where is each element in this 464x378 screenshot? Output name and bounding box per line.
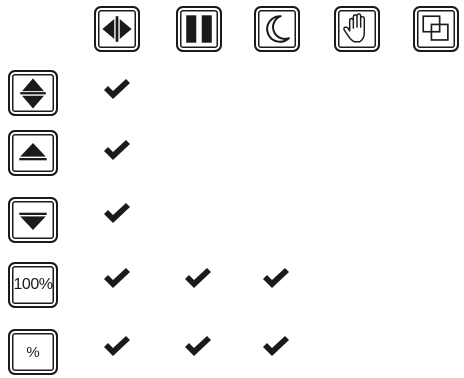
hand-button[interactable] bbox=[334, 6, 380, 52]
scroll-up-down-icon bbox=[20, 78, 46, 109]
arrow-up-icon bbox=[19, 142, 47, 161]
check-mark-icon bbox=[104, 140, 130, 160]
overlap-squares-icon bbox=[422, 15, 449, 41]
hand-icon bbox=[343, 13, 366, 43]
pause-icon bbox=[186, 15, 212, 43]
check-mark-icon bbox=[185, 268, 211, 288]
check-mark-icon bbox=[104, 203, 130, 223]
arrow-down-icon bbox=[19, 212, 47, 231]
check-mark-icon bbox=[104, 79, 130, 99]
moon-icon bbox=[266, 15, 290, 43]
check-mark-icon bbox=[263, 336, 289, 356]
resize-horizontal-button[interactable] bbox=[94, 6, 140, 52]
check-mark-icon bbox=[104, 268, 130, 288]
zoom-100-label: 100% bbox=[13, 276, 53, 293]
check-mark-icon bbox=[185, 336, 211, 356]
zoom-100-button[interactable]: 100% bbox=[8, 262, 58, 308]
night-mode-button[interactable] bbox=[254, 6, 300, 52]
resize-horizontal-icon bbox=[102, 16, 132, 42]
pause-button[interactable] bbox=[176, 6, 222, 52]
check-mark-icon bbox=[263, 268, 289, 288]
scroll-up-down-button[interactable] bbox=[8, 70, 58, 116]
check-mark-icon bbox=[104, 336, 130, 356]
scroll-up-button[interactable] bbox=[8, 130, 58, 176]
overlap-squares-button[interactable] bbox=[413, 6, 459, 52]
zoom-percent-label: % bbox=[26, 343, 40, 361]
zoom-percent-button[interactable]: % bbox=[8, 329, 58, 375]
scroll-down-button[interactable] bbox=[8, 197, 58, 243]
